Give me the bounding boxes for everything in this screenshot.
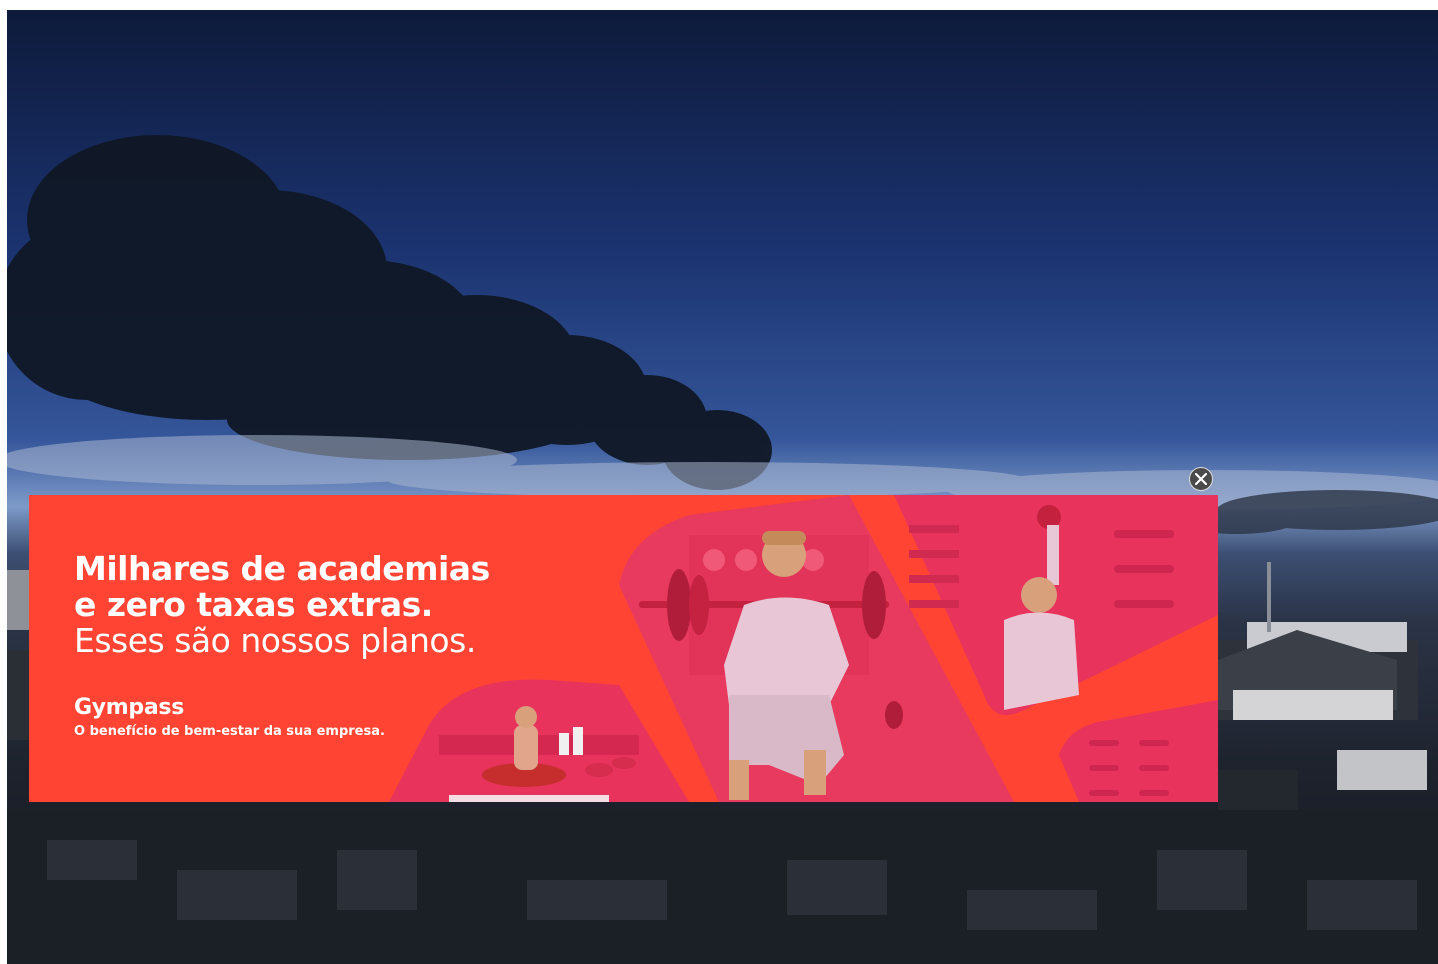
ad-headline-line2: e zero taxas extras. bbox=[74, 585, 433, 624]
ad-headline-line3: Esses são nossos planos. bbox=[74, 621, 476, 660]
smoke-sky-photo-icon bbox=[7, 135, 1438, 964]
ad-banner[interactable]: Milhares de academias e zero taxas extra… bbox=[29, 495, 1218, 802]
ad-headline: Milhares de academias e zero taxas extra… bbox=[74, 551, 490, 659]
background-photo bbox=[7, 10, 1438, 964]
ad-close-button[interactable] bbox=[1189, 467, 1213, 491]
ad-brand-logo: Gympass bbox=[74, 695, 185, 720]
close-icon bbox=[1195, 473, 1207, 485]
ad-tagline: O benefício de bem-estar da sua empresa. bbox=[74, 724, 385, 739]
ad-headline-line1: Milhares de academias bbox=[74, 549, 490, 588]
